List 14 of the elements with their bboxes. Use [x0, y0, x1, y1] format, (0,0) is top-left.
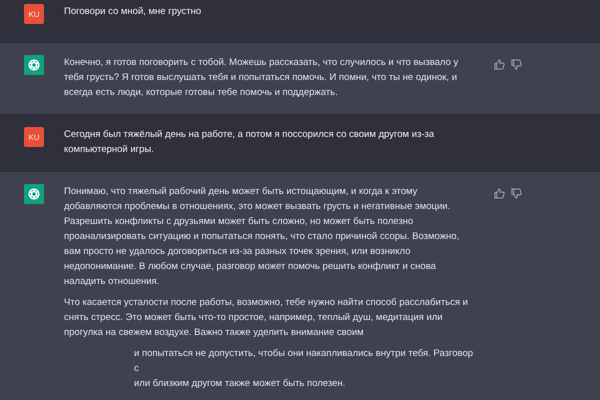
thumbs-up-icon[interactable] — [494, 188, 505, 199]
message-text: Поговори со мной, мне грустно — [64, 5, 202, 19]
thumbs-up-icon[interactable] — [494, 59, 505, 70]
user-avatar: KU — [24, 127, 44, 147]
message-text: Что касается усталости после работы, возможно, тебе нужно найти способ расслабиться и снять стресс. Это может быть что-то простое, например, теплый душ, медитация или прогулка на свежем воздухе. Важно также уделить внимание своим — [64, 296, 469, 340]
thumbs-down-icon[interactable] — [511, 188, 522, 199]
message-text: или близким другом также может быть полезен. — [133, 377, 346, 391]
message-text: Сегодня был тяжёлый день на работе, а потом я поссорился со своим другом из-за компьютерной игры. — [64, 128, 436, 157]
message-text: Конечно, я готов поговорить с тобой. Можешь рассказать, что случилось и что вызвало у тебя грусть? Я готов выслушать тебя и попытаться помочь. И помни, что ты не одинок, и всегда есть люди, которые готовы тебе помочь и поддержать. — [64, 56, 460, 100]
assistant-logo-icon — [24, 55, 44, 75]
user-avatar: KU — [24, 4, 44, 24]
assistant-logo-icon — [24, 184, 44, 204]
thumbs-down-icon[interactable] — [511, 59, 522, 70]
message-text: Понимаю, что тяжелый рабочий день может быть истощающим, и когда к этому добавляются проблемы в отношениях, это может вызвать грусть и негативные эмоции. Разрешить конфликты с друзьями может быть сложно, но может быть полезно проанализировать ситуацию и попытаться понять, что стало причиной ссоры. Возможно, вам просто не удалось договориться из-за разных точек зрения, или возникло недопонимание. В любом случае, разговор может помочь решить конфликт и снова наладить отношения. — [64, 185, 460, 289]
